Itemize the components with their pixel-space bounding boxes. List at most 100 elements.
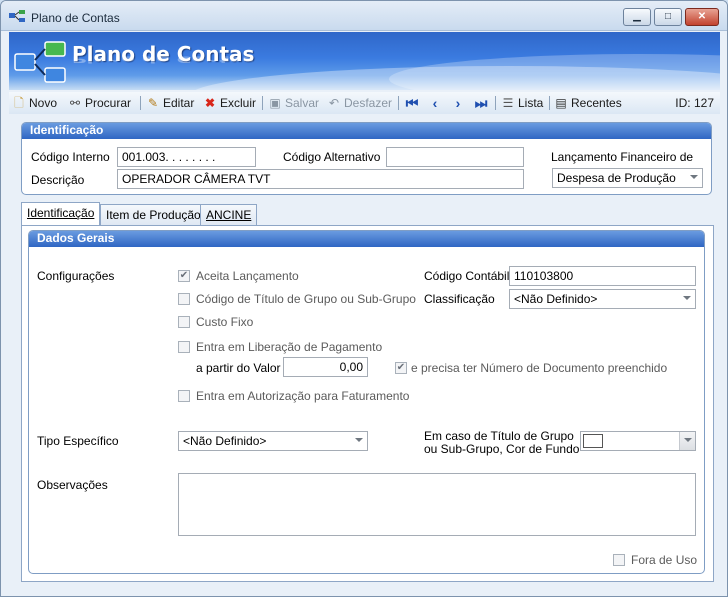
undo-button[interactable]: ↶ Desfazer [327,94,392,112]
header-banner: Plano de Contas Plano de Contas [9,32,720,90]
tab-item-producao[interactable]: Item de Produção [100,204,207,225]
page-heading-reflection: Plano de Contas [72,54,255,65]
maximize-button[interactable]: □ [654,8,682,26]
edit-button-label: Editar [163,96,195,110]
background-color-label-line1: Em caso de Título de Grupo [424,429,574,443]
background-color-label-line2: ou Sub-Grupo, Cor de Fundo [424,442,580,456]
identification-header: Identificação [22,123,711,139]
requires-document-label: e precisa ter Número de Documento preenc… [411,361,668,375]
delete-x-icon: ✖ [204,96,216,110]
specific-type-label: Tipo Específico [37,434,119,448]
list-icon: ☰ [502,96,514,110]
tab-item-producao-label: Item de Produção [106,208,201,222]
financial-entry-select[interactable]: Despesa de Produção [552,168,703,188]
search-button-label: Procurar [85,96,132,110]
edit-pencil-icon: ✎ [147,96,159,110]
save-button[interactable]: ▣ Salvar [268,94,319,112]
classification-label: Classificação [424,292,495,306]
classification-select[interactable]: <Não Definido> [509,289,696,309]
background-color-select[interactable] [580,431,696,451]
tab-identificacao-label: Identificação [27,206,95,220]
minimize-button[interactable]: ▁ [623,8,651,26]
internal-code-field[interactable]: 001.003. . . . . . . . [117,147,256,167]
general-data-header: Dados Gerais [29,231,704,247]
app-window: Plano de Contas ▁ □ ✕ Plano de Contas Pl… [0,0,728,597]
billing-authorization-label: Entra em Autorização para Faturamento [196,389,410,403]
configurations-label: Configurações [37,269,115,283]
chart-of-accounts-logo-icon [14,41,66,83]
save-button-label: Salvar [285,96,320,110]
save-disk-icon: ▣ [269,96,281,110]
group-title-code-label: Código de Título de Grupo ou Sub-Grupo [196,292,416,306]
requires-document-checkbox[interactable]: ✔ e precisa ter Número de Documento preen… [395,361,667,375]
out-of-use-label: Fora de Uso [631,553,698,567]
delete-button-label: Excluir [220,96,257,110]
edit-button[interactable]: ✎ Editar [146,94,194,112]
accounting-code-field[interactable]: 110103800 [509,266,696,286]
fixed-cost-checkbox[interactable]: Custo Fixo [178,315,253,329]
toolbar-separator [398,96,399,110]
color-swatch [583,434,603,448]
checkbox-checked-icon: ✔ [395,361,407,374]
accepts-entry-label: Aceita Lançamento [196,269,299,283]
description-field[interactable]: OPERADOR CÂMERA TVT [117,169,524,189]
recent-list-icon: ▤ [555,96,567,110]
checkbox-icon [178,340,190,353]
record-id: ID: 127 [675,96,714,110]
payment-release-label: Entra em Liberação de Pagamento [196,340,383,354]
checkbox-icon [178,315,190,328]
tab-ancine[interactable]: ANCINE [200,204,258,225]
list-button-label: Lista [518,96,544,110]
specific-type-select[interactable]: <Não Definido> [178,431,368,451]
from-value-field[interactable]: 0,00 [283,357,368,377]
binoculars-icon: ⚯ [69,96,81,110]
search-button[interactable]: ⚯ Procurar [68,94,131,112]
title-bar: Plano de Contas ▁ □ ✕ [1,1,727,31]
accounting-code-label: Código Contábil [424,269,510,283]
toolbar-separator [140,96,141,110]
new-button[interactable]: 🗋 Novo [12,94,57,112]
accepts-entry-checkbox[interactable]: ✔ Aceita Lançamento [178,269,299,283]
billing-authorization-checkbox[interactable]: Entra em Autorização para Faturamento [178,389,409,403]
undo-icon: ↶ [328,96,340,110]
toolbar: 🗋 Novo ⚯ Procurar ✎ Editar ✖ Excluir ▣ Salvar… [9,92,720,114]
toolbar-separator [549,96,550,110]
classification-value: <Não Definido> [514,292,598,306]
tab-identificacao[interactable]: Identificação [21,202,101,225]
group-title-code-checkbox[interactable]: Código de Título de Grupo ou Sub-Grupo [178,292,416,306]
checkbox-icon [178,389,190,402]
chevron-down-icon [690,175,698,179]
recent-button-label: Recentes [571,96,622,110]
dropdown-button [679,432,695,450]
new-button-label: Novo [29,96,58,110]
new-document-icon: 🗋 [14,96,24,110]
list-button[interactable]: ☰ Lista [501,94,544,112]
alternative-code-field[interactable] [386,147,524,167]
checkbox-checked-icon: ✔ [178,269,190,282]
previous-record-icon[interactable]: ‹ [427,94,443,112]
window-title: Plano de Contas [31,11,120,25]
next-record-icon[interactable]: › [450,94,466,112]
chevron-down-icon [683,296,691,300]
financial-entry-value: Despesa de Produção [557,171,676,185]
payment-release-checkbox[interactable]: Entra em Liberação de Pagamento [178,340,382,354]
tab-ancine-label: ANCINE [206,208,252,222]
internal-code-label: Código Interno [31,150,110,164]
notes-label: Observações [37,478,108,492]
last-record-icon[interactable]: ⏭ [473,94,489,112]
notes-textarea[interactable] [178,473,696,536]
fixed-cost-label: Custo Fixo [196,315,254,329]
first-record-icon[interactable]: ⏮ [404,94,420,112]
alternative-code-label: Código Alternativo [283,150,381,164]
checkbox-icon [178,292,190,305]
chart-of-accounts-icon [9,10,25,22]
out-of-use-checkbox[interactable]: Fora de Uso [613,553,697,567]
recent-button[interactable]: ▤ Recentes [554,94,622,112]
toolbar-separator [495,96,496,110]
delete-button[interactable]: ✖ Excluir [203,94,256,112]
checkbox-icon [613,553,625,566]
close-button[interactable]: ✕ [685,8,719,26]
chevron-down-icon [684,438,692,442]
financial-entry-label: Lançamento Financeiro de [551,150,694,164]
chevron-down-icon [355,438,363,442]
